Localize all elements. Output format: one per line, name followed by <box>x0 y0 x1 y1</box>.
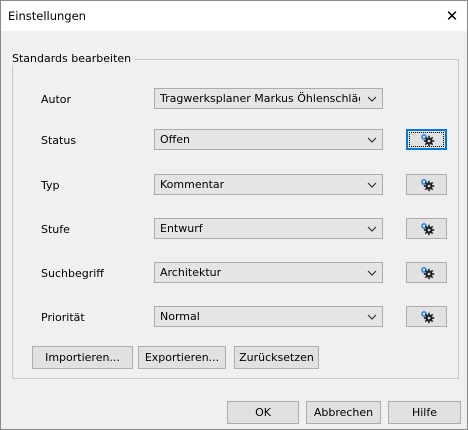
prioritaet-value: Normal <box>160 310 200 323</box>
window-title: Einstellungen <box>8 9 86 23</box>
autor-dropdown[interactable]: Tragwerksplaner Markus Öhlenschläger (m <box>154 88 383 109</box>
label-stufe: Stufe <box>41 223 70 236</box>
settings-gear-icon <box>420 267 434 280</box>
export-button[interactable]: Exportieren... <box>138 346 226 369</box>
typ-value: Kommentar <box>160 178 225 191</box>
ok-button[interactable]: OK <box>227 401 299 424</box>
settings-gear-icon <box>420 223 434 236</box>
import-button[interactable]: Importieren... <box>32 346 133 369</box>
stufe-settings-button[interactable] <box>406 218 447 239</box>
suchbegriff-dropdown[interactable]: Architektur <box>154 262 383 283</box>
stufe-dropdown[interactable]: Entwurf <box>154 218 383 239</box>
stufe-value: Entwurf <box>160 222 203 235</box>
help-button[interactable]: Hilfe <box>388 401 461 424</box>
label-prioritaet: Priorität <box>41 311 85 324</box>
typ-dropdown[interactable]: Kommentar <box>154 174 383 195</box>
chevron-down-icon <box>367 137 377 143</box>
status-value: Offen <box>160 133 190 146</box>
chevron-down-icon <box>367 226 377 232</box>
typ-settings-button[interactable] <box>406 174 447 195</box>
status-settings-button[interactable] <box>406 129 447 150</box>
suchbegriff-settings-button[interactable] <box>406 262 447 283</box>
chevron-down-icon <box>367 314 377 320</box>
close-icon: ✕ <box>445 7 459 25</box>
close-button[interactable]: ✕ <box>437 1 467 31</box>
title-bar: Einstellungen ✕ <box>1 1 467 31</box>
chevron-down-icon <box>367 96 377 102</box>
chevron-down-icon <box>367 270 377 276</box>
settings-gear-icon <box>420 311 434 324</box>
autor-value: Tragwerksplaner Markus Öhlenschläger (m <box>160 92 360 105</box>
label-status: Status <box>41 134 77 147</box>
reset-button[interactable]: Zurücksetzen <box>234 346 319 369</box>
suchbegriff-value: Architektur <box>160 266 222 279</box>
label-typ: Typ <box>41 179 60 192</box>
cancel-button[interactable]: Abbrechen <box>306 401 381 424</box>
status-dropdown[interactable]: Offen <box>154 129 383 150</box>
settings-dialog: Einstellungen ✕ Standards bearbeiten Aut… <box>0 0 468 430</box>
prioritaet-dropdown[interactable]: Normal <box>154 306 383 327</box>
label-autor: Autor <box>41 93 72 106</box>
chevron-down-icon <box>367 182 377 188</box>
settings-gear-icon <box>420 179 434 192</box>
prioritaet-settings-button[interactable] <box>406 306 447 327</box>
settings-gear-icon <box>420 134 434 147</box>
groupbox-title: Standards bearbeiten <box>9 52 135 65</box>
label-suchbegriff: Suchbegriff <box>41 267 104 280</box>
